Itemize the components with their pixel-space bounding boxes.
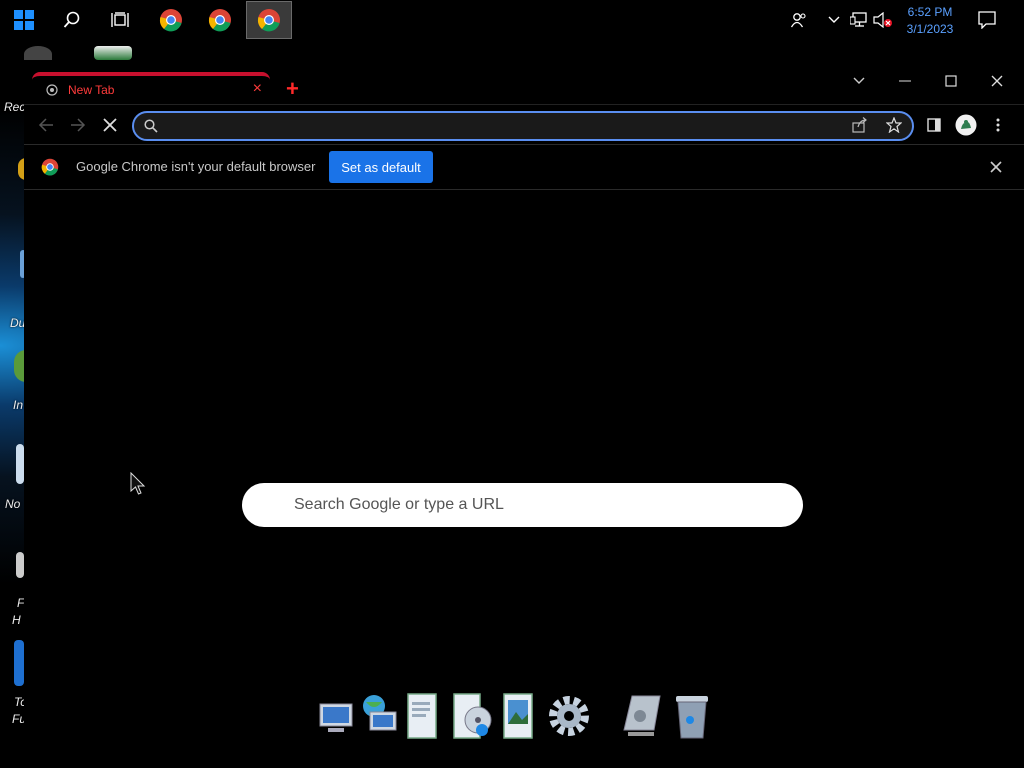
maximize-icon (945, 75, 957, 87)
tab-close-button[interactable]: × (253, 80, 262, 98)
chrome-menu-button[interactable] (986, 113, 1010, 137)
chevron-down-icon (853, 77, 865, 84)
dock-music[interactable] (452, 692, 496, 740)
dock-documents[interactable] (406, 692, 450, 740)
close-icon (990, 161, 1002, 173)
new-tab-button[interactable]: + (286, 78, 299, 100)
dock-settings[interactable] (546, 692, 590, 740)
tab-title: New Tab (68, 83, 115, 97)
task-view-icon (111, 12, 129, 27)
taskbar-clock[interactable]: 6:52 PM 3/1/2023 (896, 4, 964, 38)
infobar-close-button[interactable] (986, 157, 1006, 177)
control-panel-icon (623, 695, 661, 736)
desktop-label-4: No (5, 497, 21, 511)
chrome-favicon-icon (46, 84, 58, 96)
desktop-icon-5[interactable] (16, 444, 24, 484)
ntp-search-box[interactable]: Search Google or type a URL (242, 483, 803, 527)
tab-strip: New Tab × + (24, 60, 1024, 104)
search-icon (63, 11, 80, 28)
gear-icon (549, 696, 589, 736)
chevron-up-icon (828, 16, 840, 23)
pictures-folder-icon (503, 693, 533, 739)
stop-x-icon (103, 118, 117, 132)
kebab-menu-icon (996, 118, 1000, 132)
side-panel-icon (927, 118, 941, 132)
desktop-label-3: In (13, 398, 24, 412)
forward-button[interactable] (66, 113, 90, 137)
desktop-icon-app[interactable] (94, 46, 132, 60)
windows-start-icon (14, 10, 34, 30)
chrome-icon (41, 158, 59, 176)
tab-search-button[interactable] (836, 66, 882, 96)
mouse-cursor-icon (130, 472, 146, 495)
volume-button[interactable] (872, 0, 894, 40)
share-icon[interactable] (852, 117, 868, 133)
taskbar: 6:52 PM 3/1/2023 (0, 0, 1024, 40)
ntp-search-placeholder: Search Google or type a URL (294, 496, 504, 513)
desktop-icon-7[interactable] (14, 640, 24, 686)
people-icon (791, 13, 806, 28)
task-view-button[interactable] (96, 0, 144, 40)
dock-computer[interactable] (314, 692, 358, 740)
volume-muted-icon (873, 12, 892, 28)
chrome-icon (208, 9, 231, 32)
search-icon (144, 119, 158, 133)
documents-folder-icon (407, 693, 437, 739)
taskbar-chrome-1[interactable] (148, 0, 194, 40)
chrome-window: New Tab × + Google Chrome isn't your def… (24, 60, 1024, 768)
arrow-left-icon (38, 118, 53, 132)
arrow-right-icon (71, 118, 86, 132)
action-center-button[interactable] (970, 0, 1004, 40)
chrome-icon (159, 9, 182, 32)
desktop-label-1: Rec (4, 100, 26, 114)
address-bar[interactable] (132, 111, 914, 141)
minimize-icon (899, 80, 911, 82)
desktop-label-6: H (12, 613, 21, 627)
network-button[interactable] (848, 0, 870, 40)
close-icon (991, 75, 1003, 87)
minimize-button[interactable] (882, 66, 928, 96)
notification-icon (978, 11, 996, 29)
desktop-icon-6[interactable] (16, 552, 24, 578)
close-window-button[interactable] (974, 66, 1020, 96)
bookmark-star-icon[interactable] (886, 117, 902, 133)
tab-new-tab[interactable]: New Tab × (32, 72, 270, 104)
recycle-bin-icon (676, 696, 708, 739)
clock-time: 6:52 PM (907, 5, 953, 19)
back-button[interactable] (34, 113, 58, 137)
dock-network[interactable] (356, 692, 400, 740)
start-button[interactable] (0, 0, 48, 40)
dock-pictures[interactable] (502, 692, 546, 740)
avatar (955, 114, 977, 136)
stop-loading-button[interactable] (98, 113, 122, 137)
default-browser-infobar: Google Chrome isn't your default browser… (24, 144, 1024, 190)
set-as-default-button[interactable]: Set as default (329, 151, 433, 183)
side-panel-button[interactable] (922, 113, 946, 137)
people-button[interactable] (786, 0, 812, 40)
maximize-button[interactable] (928, 66, 974, 96)
network-globe-icon (363, 695, 397, 731)
profile-button[interactable] (954, 113, 978, 137)
dock-control-panel[interactable] (618, 692, 662, 740)
computer-icon (319, 703, 353, 732)
toolbar (24, 104, 1024, 145)
taskbar-chrome-2[interactable] (197, 0, 243, 40)
network-icon (850, 12, 867, 27)
music-folder-icon (453, 693, 492, 739)
chrome-icon (257, 9, 280, 32)
show-hidden-icons-button[interactable] (824, 0, 844, 40)
search-button[interactable] (48, 0, 96, 40)
dock-recycle-bin[interactable] (670, 692, 714, 740)
address-input[interactable] (168, 116, 852, 138)
taskbar-chrome-3-active[interactable] (246, 1, 292, 39)
infobar-message: Google Chrome isn't your default browser (76, 159, 316, 174)
clock-date: 3/1/2023 (906, 22, 954, 36)
